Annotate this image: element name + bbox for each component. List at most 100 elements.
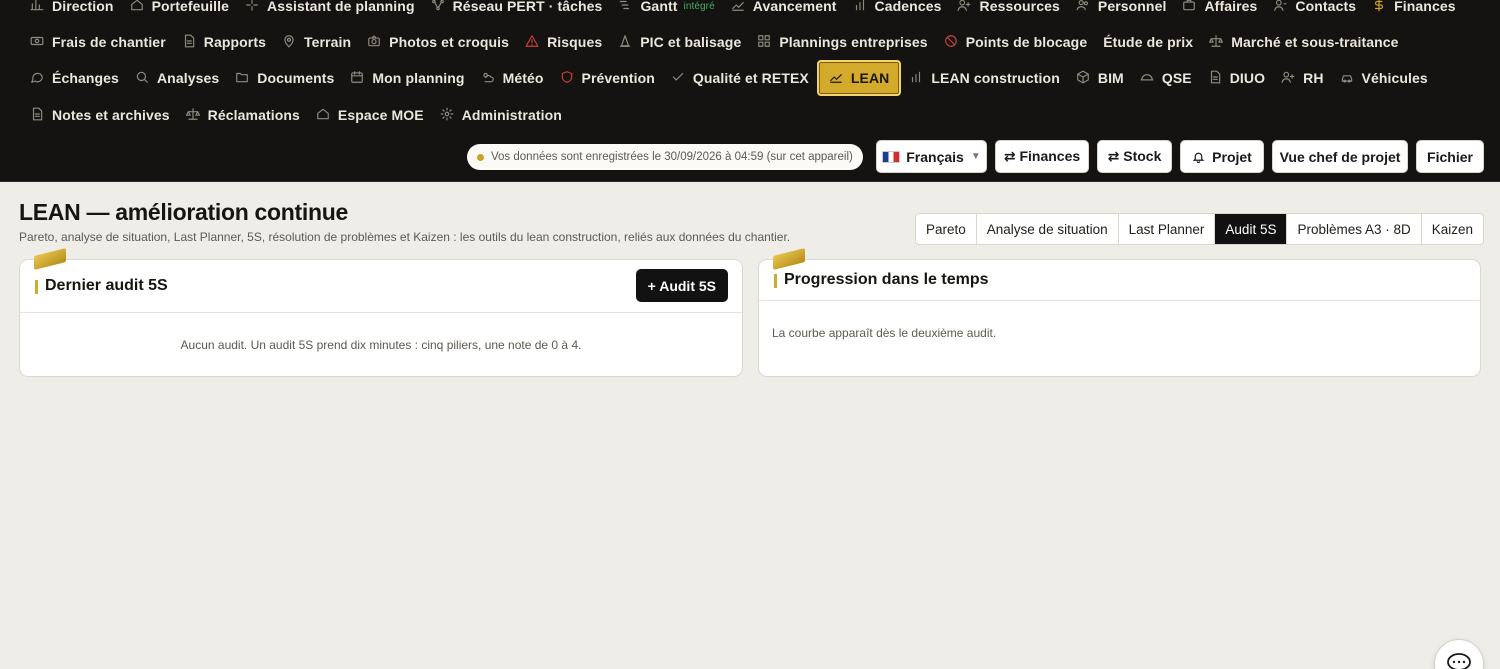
nav-item-label: LEAN — [850, 70, 890, 86]
sparkle-icon — [245, 0, 261, 14]
nav-item-notes-et-archives[interactable]: Notes et archives — [22, 97, 178, 133]
nav-item-label: Prévention — [581, 70, 655, 86]
language-select[interactable]: Français ▼ — [876, 140, 987, 173]
gantt-icon — [618, 0, 634, 14]
nav-item-finances[interactable]: Finances — [1364, 0, 1464, 24]
calendar-icon — [350, 70, 366, 86]
nav-item-label: Risques — [547, 34, 603, 50]
nav-item-avancement[interactable]: Avancement — [723, 0, 845, 24]
nav-item-echanges[interactable]: Échanges — [22, 60, 127, 96]
scale-icon — [185, 107, 202, 123]
nav-item-documents[interactable]: Documents — [227, 60, 342, 96]
nav-item-diuo[interactable]: DIUO — [1200, 60, 1273, 96]
nav-item-meteo[interactable]: Météo — [473, 60, 552, 96]
nav-item-qse[interactable]: QSE — [1132, 60, 1200, 96]
page-subtitle: Pareto, analyse de situation, Last Plann… — [19, 230, 791, 244]
car-icon — [1340, 70, 1356, 86]
trend-icon — [829, 70, 845, 86]
nav-item-risques[interactable]: Risques — [517, 24, 610, 60]
nav-item-label: Véhicules — [1361, 70, 1428, 86]
tab-kaizen[interactable]: Kaizen — [1422, 214, 1483, 244]
scale-icon — [1209, 34, 1225, 50]
nav-item-points-de-blocage[interactable]: Points de blocage — [936, 24, 1096, 60]
nav-item-bim[interactable]: BIM — [1068, 60, 1132, 96]
nav-item-lean[interactable]: LEAN — [816, 60, 902, 96]
nav-item-label: Météo — [502, 70, 544, 86]
nav-item-affaires[interactable]: Affaires — [1174, 0, 1265, 24]
weather-icon — [481, 70, 497, 86]
nav-item-plannings-entreprises[interactable]: Plannings entreprises — [749, 24, 935, 60]
nav-item-portefeuille[interactable]: Portefeuille — [122, 0, 237, 24]
nav-item-vehicules[interactable]: Véhicules — [1332, 60, 1436, 96]
tab-problemes-a3-8d[interactable]: Problèmes A3 · 8D — [1287, 214, 1422, 244]
tab-audit-5s[interactable]: Audit 5S — [1215, 214, 1288, 244]
nav-item-label: PIC et balisage — [640, 34, 742, 50]
nav-item-analyses[interactable]: Analyses — [127, 60, 227, 96]
progress-over-time-card: Progression dans le temps La courbe appa… — [758, 248, 1481, 377]
nav-item-terrain[interactable]: Terrain — [274, 24, 359, 60]
save-status-badge: Vos données sont enregistrées le 30/09/2… — [467, 144, 863, 170]
nav-item-label: Étude de prix — [1103, 34, 1194, 50]
gear-icon — [440, 107, 456, 123]
nav-item-assistant-de-planning[interactable]: Assistant de planning — [237, 0, 423, 24]
shield-icon — [560, 70, 576, 86]
nav-item-qualite-et-retex[interactable]: Qualité et RETEX — [663, 60, 817, 96]
nav-item-mon-planning[interactable]: Mon planning — [342, 60, 472, 96]
nav-item-contacts[interactable]: Contacts — [1265, 0, 1364, 24]
nav-item-gantt[interactable]: Gantt intégré — [610, 0, 722, 24]
project-manager-view-button[interactable]: Vue chef de projet — [1272, 140, 1408, 173]
nav-item-label: Direction — [52, 0, 114, 14]
nav-item-reclamations[interactable]: Réclamations — [178, 97, 308, 133]
pin-icon — [282, 34, 298, 50]
check-icon — [671, 70, 687, 86]
top-header: Direction Portefeuille Assistant de planni… — [0, 0, 1500, 182]
nav-item-rh[interactable]: RH — [1273, 60, 1331, 96]
tab-analyse-de-situation[interactable]: Analyse de situation — [977, 214, 1119, 244]
nav-item-etude-de-prix[interactable]: Étude de prix — [1095, 24, 1201, 60]
nav-item-label: Marché et sous-traitance — [1231, 34, 1399, 50]
nav-item-label: Notes et archives — [52, 107, 170, 123]
home-icon — [316, 107, 332, 123]
nav-item-administration[interactable]: Administration — [432, 97, 570, 133]
file-icon — [182, 34, 198, 50]
nav-item-tag: intégré — [683, 0, 715, 12]
card-header: Progression dans le temps — [759, 260, 1480, 301]
chat-assistant-button[interactable] — [1434, 639, 1484, 669]
file-icon — [30, 107, 46, 123]
projet-label: Projet — [1212, 148, 1252, 165]
nav-item-label: Administration — [461, 107, 562, 123]
nav-item-direction[interactable]: Direction — [22, 0, 122, 24]
page-title: LEAN — amélioration continue — [19, 199, 348, 225]
tab-pareto[interactable]: Pareto — [916, 214, 977, 244]
add-5s-audit-button[interactable]: + Audit 5S — [635, 269, 728, 302]
nav-item-espace-moe[interactable]: Espace MOE — [308, 97, 432, 133]
nav-item-prevention[interactable]: Prévention — [552, 60, 663, 96]
contact-icon — [1273, 0, 1289, 14]
nav-item-label: Plannings entreprises — [779, 34, 928, 50]
nav-item-label: Avancement — [752, 0, 837, 14]
file-icon — [1208, 70, 1224, 86]
nav-item-reseau-pert-taches[interactable]: Réseau PERT · tâches — [423, 0, 611, 24]
nav-item-frais-de-chantier[interactable]: Frais de chantier — [22, 24, 174, 60]
user-plus-icon — [1281, 70, 1297, 86]
stock-switch-button[interactable]: ⇄ Stock — [1097, 140, 1172, 173]
nav-item-ressources[interactable]: Ressources — [949, 0, 1067, 24]
nav-item-personnel[interactable]: Personnel — [1068, 0, 1175, 24]
nav-item-cadences[interactable]: Cadences — [845, 0, 950, 24]
tab-last-planner[interactable]: Last Planner — [1119, 214, 1216, 244]
nav-item-label: RH — [1303, 70, 1324, 86]
nav-item-photos-et-croquis[interactable]: Photos et croquis — [359, 24, 517, 60]
nav-item-label: Qualité et RETEX — [692, 70, 809, 86]
file-menu-button[interactable]: Fichier — [1416, 140, 1484, 173]
bell-icon — [1192, 150, 1205, 164]
nav-item-rapports[interactable]: Rapports — [174, 24, 274, 60]
nav-row-1: Direction Portefeuille Assistant de planni… — [22, 0, 1464, 24]
nav-item-pic-et-balisage[interactable]: PIC et balisage — [610, 24, 749, 60]
finances-switch-button[interactable]: ⇄ Finances — [995, 140, 1089, 173]
search-icon — [135, 70, 151, 86]
nav-item-label: Affaires — [1204, 0, 1258, 14]
nav-item-lean-construction[interactable]: LEAN construction — [901, 60, 1067, 96]
nav-item-marche-et-sous-traitance[interactable]: Marché et sous-traitance — [1201, 24, 1406, 60]
dollar-icon — [1372, 0, 1388, 14]
projet-button[interactable]: Projet — [1180, 140, 1264, 173]
